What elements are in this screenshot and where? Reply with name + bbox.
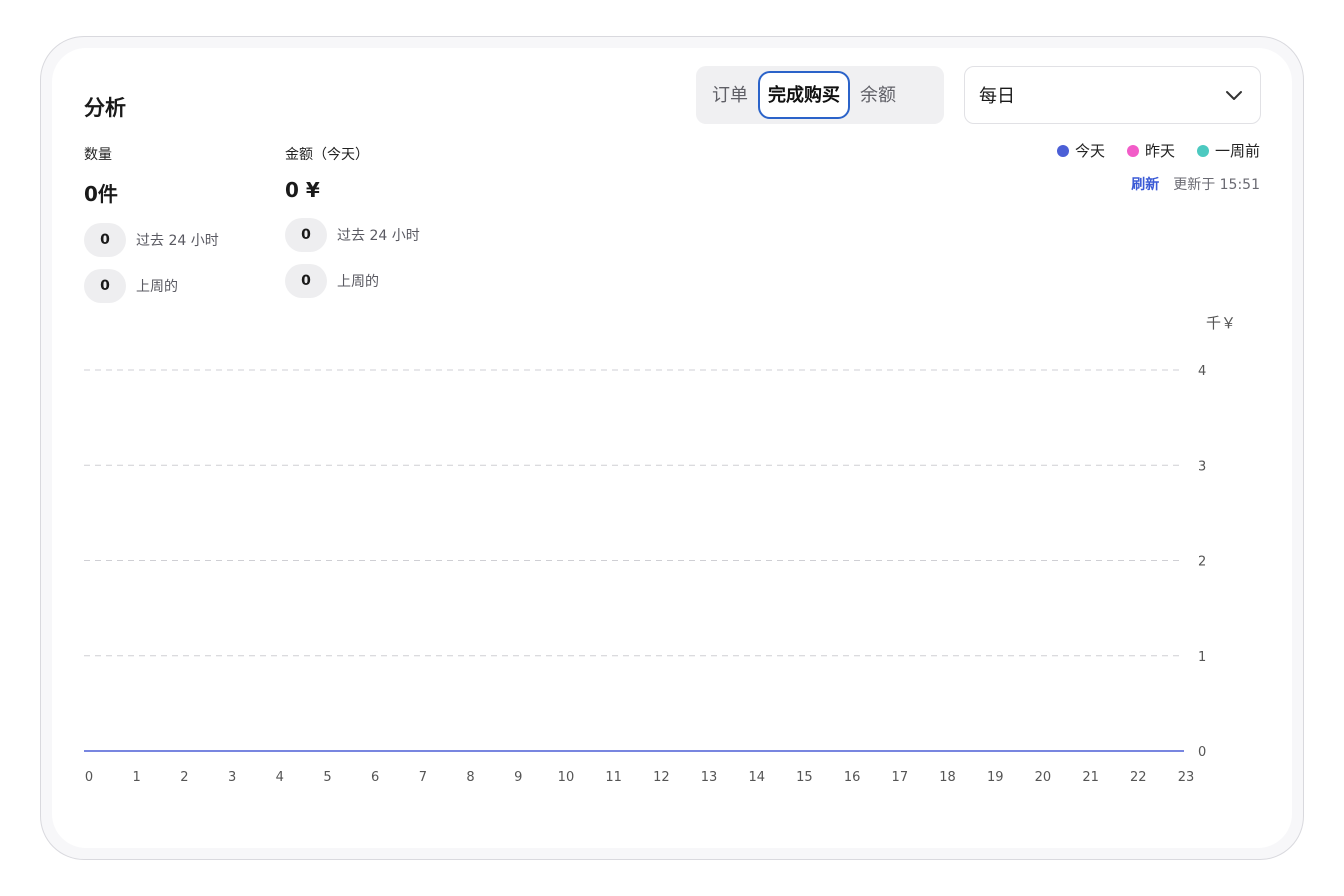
x-tick-label: 2 (180, 770, 188, 785)
x-tick-label: 1 (133, 770, 141, 785)
x-tick-label: 15 (796, 770, 813, 785)
x-tick-label: 20 (1035, 770, 1052, 785)
x-tick-label: 8 (466, 770, 474, 785)
x-tick-label: 22 (1130, 770, 1147, 785)
x-tick-label: 5 (323, 770, 331, 785)
x-tick-label: 17 (892, 770, 909, 785)
y-tick-label: 3 (1198, 459, 1206, 474)
analytics-panel-frame: 分析 订单 完成购买 余额 每日 数量 0件 0 过去 24 小时 0 上周的 (40, 36, 1304, 860)
y-tick-label: 1 (1198, 650, 1206, 665)
x-tick-label: 21 (1082, 770, 1099, 785)
y-tick-label: 0 (1198, 745, 1206, 760)
x-tick-label: 19 (987, 770, 1004, 785)
x-tick-label: 14 (748, 770, 765, 785)
y-tick-label: 4 (1198, 364, 1206, 379)
x-tick-label: 18 (939, 770, 956, 785)
x-tick-label: 6 (371, 770, 379, 785)
x-tick-label: 16 (844, 770, 861, 785)
x-tick-label: 13 (701, 770, 718, 785)
y-tick-label: 2 (1198, 555, 1206, 570)
x-tick-label: 7 (419, 770, 427, 785)
analytics-card: 分析 订单 完成购买 余额 每日 数量 0件 0 过去 24 小时 0 上周的 (52, 48, 1292, 848)
x-tick-label: 9 (514, 770, 522, 785)
x-tick-label: 0 (85, 770, 93, 785)
x-tick-label: 3 (228, 770, 236, 785)
x-tick-label: 23 (1178, 770, 1195, 785)
x-tick-label: 4 (276, 770, 284, 785)
x-tick-label: 12 (653, 770, 670, 785)
line-chart: 012340 1 2 3 4 5 6 7 8 9 10 11 12 13 14 15 16 17 18 19 20 21 2… (84, 364, 1206, 785)
x-tick-label: 11 (605, 770, 622, 785)
x-tick-label: 10 (558, 770, 575, 785)
